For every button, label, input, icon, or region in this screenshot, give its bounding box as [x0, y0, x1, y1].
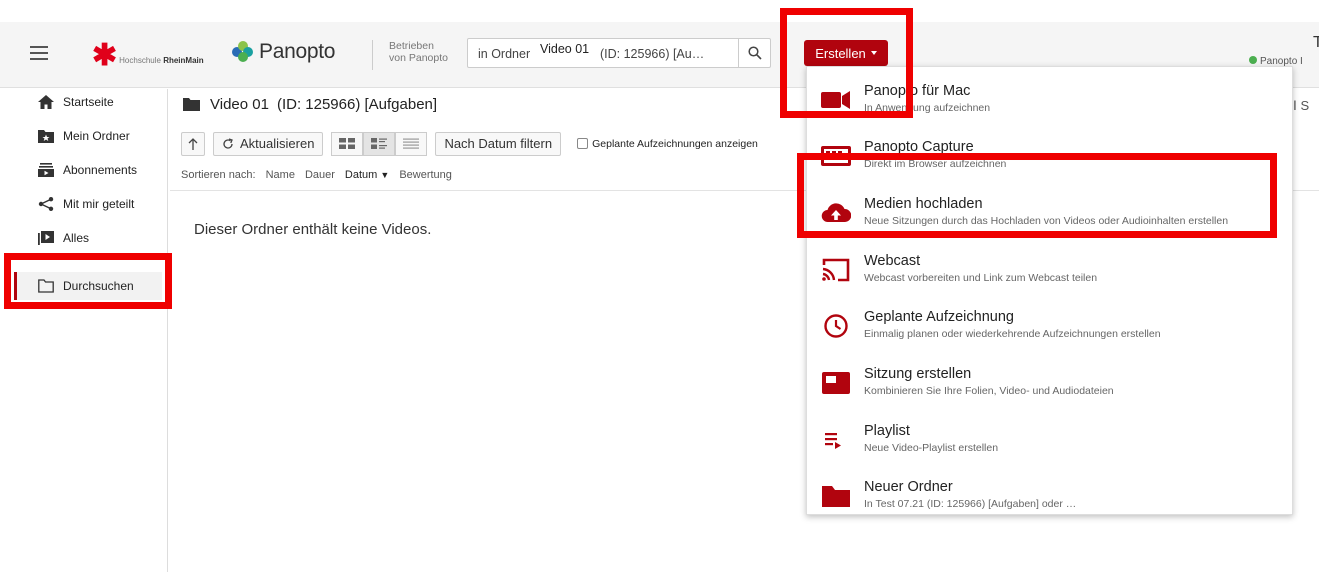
sort-bar: Sortieren nach: Name Dauer Datum ▼ Bewer… — [181, 169, 452, 181]
filter-by-date-button[interactable]: Nach Datum filtern — [435, 131, 562, 156]
sidebar-item-label: Abonnements — [63, 163, 138, 177]
menu-icon[interactable] — [30, 46, 48, 60]
menu-item-playlist[interactable]: Playlist Neue Video-Playlist erstellen — [807, 413, 1294, 469]
menu-item-panopto-mac[interactable]: Panopto für Mac In Anwendung aufzeichnen — [807, 73, 1294, 129]
hsrm-star-icon: ✱ — [92, 39, 118, 72]
sidebar: Startseite Mein Ordner Abonnements Mit m… — [0, 89, 168, 572]
page-title: Video 01 (ID: 125966) [Aufgaben] — [183, 96, 437, 113]
empty-folder-message: Dieser Ordner enthält keine Videos. — [194, 221, 432, 238]
parent-folder-button[interactable] — [181, 131, 205, 156]
menu-item-create-session[interactable]: Sitzung erstellen Kombinieren Sie Ihre F… — [807, 356, 1294, 412]
create-button[interactable]: Erstellen — [804, 40, 888, 66]
folder-name: Video 01 — [210, 96, 269, 113]
panopto-small-icon — [1249, 56, 1257, 64]
cast-icon — [822, 258, 850, 282]
university-logo[interactable]: ✱ Hochschule RheinMain — [92, 38, 204, 72]
sidebar-item-label: Mit mir geteilt — [63, 197, 135, 211]
view-mode-switch — [331, 131, 428, 156]
sidebar-item-label: Mein Ordner — [63, 129, 130, 143]
folder-icon — [822, 486, 850, 507]
camera-icon — [821, 91, 850, 109]
checkbox[interactable] — [577, 138, 589, 149]
search-button[interactable] — [738, 39, 770, 67]
detail-view-icon — [371, 138, 388, 149]
sidebar-item-startseite[interactable]: Startseite — [38, 95, 114, 109]
sidebar-item-abonnements[interactable]: Abonnements — [38, 163, 137, 177]
session-icon — [822, 372, 850, 394]
folder-outline-icon — [38, 279, 54, 293]
menu-item-scheduled-recording[interactable]: Geplante Aufzeichnung Einmalig planen od… — [807, 299, 1294, 355]
sort-option-name[interactable]: Name — [266, 169, 295, 181]
share-icon — [38, 197, 54, 211]
scheduled-recordings-toggle[interactable]: Geplante Aufzeichnungen anzeigen — [577, 138, 758, 150]
brand-bold: RheinMain — [163, 56, 204, 65]
sort-option-duration[interactable]: Dauer — [305, 169, 335, 181]
view-list-button[interactable] — [395, 131, 428, 156]
search-input[interactable]: in Ordner Video 01 (ID: 125966) [Au… — [467, 38, 771, 68]
create-dropdown-menu: Panopto für Mac In Anwendung aufzeichnen… — [806, 66, 1293, 515]
menu-item-webcast[interactable]: Webcast Webcast vorbereiten und Link zum… — [807, 243, 1294, 299]
product-name: Panopto — [259, 40, 336, 63]
capture-icon — [821, 146, 851, 166]
sort-option-rating[interactable]: Bewertung — [399, 169, 452, 181]
video-library-icon — [38, 231, 54, 245]
sidebar-item-alles[interactable]: Alles — [38, 231, 89, 245]
folder-toolbar: Aktualisieren Nach Datum filtern Geplant… — [181, 131, 758, 156]
cloud-upload-icon — [821, 203, 851, 223]
subscriptions-icon — [38, 163, 54, 177]
sidebar-item-label: Alles — [63, 231, 90, 245]
brand-prefix: Hochschule — [119, 56, 161, 65]
menu-item-upload-media[interactable]: Medien hochladen Neue Sitzungen durch da… — [807, 186, 1294, 242]
right-edge-controls[interactable]: Ⅰ S — [1293, 98, 1309, 114]
menu-item-panopto-capture[interactable]: Panopto Capture Direkt im Browser aufzei… — [807, 129, 1294, 185]
search-scope-rest: (ID: 125966) [Au… — [600, 47, 705, 61]
folder-meta: (ID: 125966) [Aufgaben] — [276, 96, 438, 113]
sidebar-item-label: Startseite — [63, 95, 114, 109]
sort-label: Sortieren nach: — [181, 169, 256, 181]
sidebar-item-durchsuchen[interactable]: Durchsuchen — [38, 279, 134, 293]
sort-desc-icon: ▼ — [380, 170, 390, 180]
user-name[interactable]: T — [1313, 34, 1319, 52]
chevron-down-icon — [870, 51, 877, 55]
panopto-logo-icon — [232, 41, 254, 63]
list-view-icon — [403, 138, 420, 149]
arrow-up-icon — [188, 137, 198, 150]
refresh-button[interactable]: Aktualisieren — [213, 131, 324, 156]
grid-view-icon — [339, 138, 356, 149]
sort-option-date[interactable]: Datum ▼ — [345, 169, 389, 181]
sidebar-item-mein-ordner[interactable]: Mein Ordner — [38, 129, 130, 143]
search-scope-prefix: in Ordner — [478, 47, 531, 61]
refresh-icon — [223, 137, 233, 149]
sidebar-item-mit-mir-geteilt[interactable]: Mit mir geteilt — [38, 197, 134, 211]
clock-icon — [824, 314, 848, 338]
folder-icon — [183, 98, 200, 111]
view-grid-button[interactable] — [331, 131, 364, 156]
search-icon — [747, 46, 762, 60]
view-detail-button[interactable] — [363, 131, 396, 156]
star-folder-icon — [38, 129, 54, 143]
menu-item-new-folder[interactable]: Neuer Ordner In Test 07.21 (ID: 125966) … — [807, 469, 1294, 525]
search-scope-overlay: Video 01 — [538, 42, 592, 56]
home-icon — [38, 95, 54, 109]
playlist-icon — [825, 433, 841, 449]
panopto-logo[interactable]: Panopto — [232, 40, 335, 64]
powered-by: Betrieben von Panopto — [372, 40, 448, 70]
sidebar-item-label: Durchsuchen — [63, 279, 134, 293]
